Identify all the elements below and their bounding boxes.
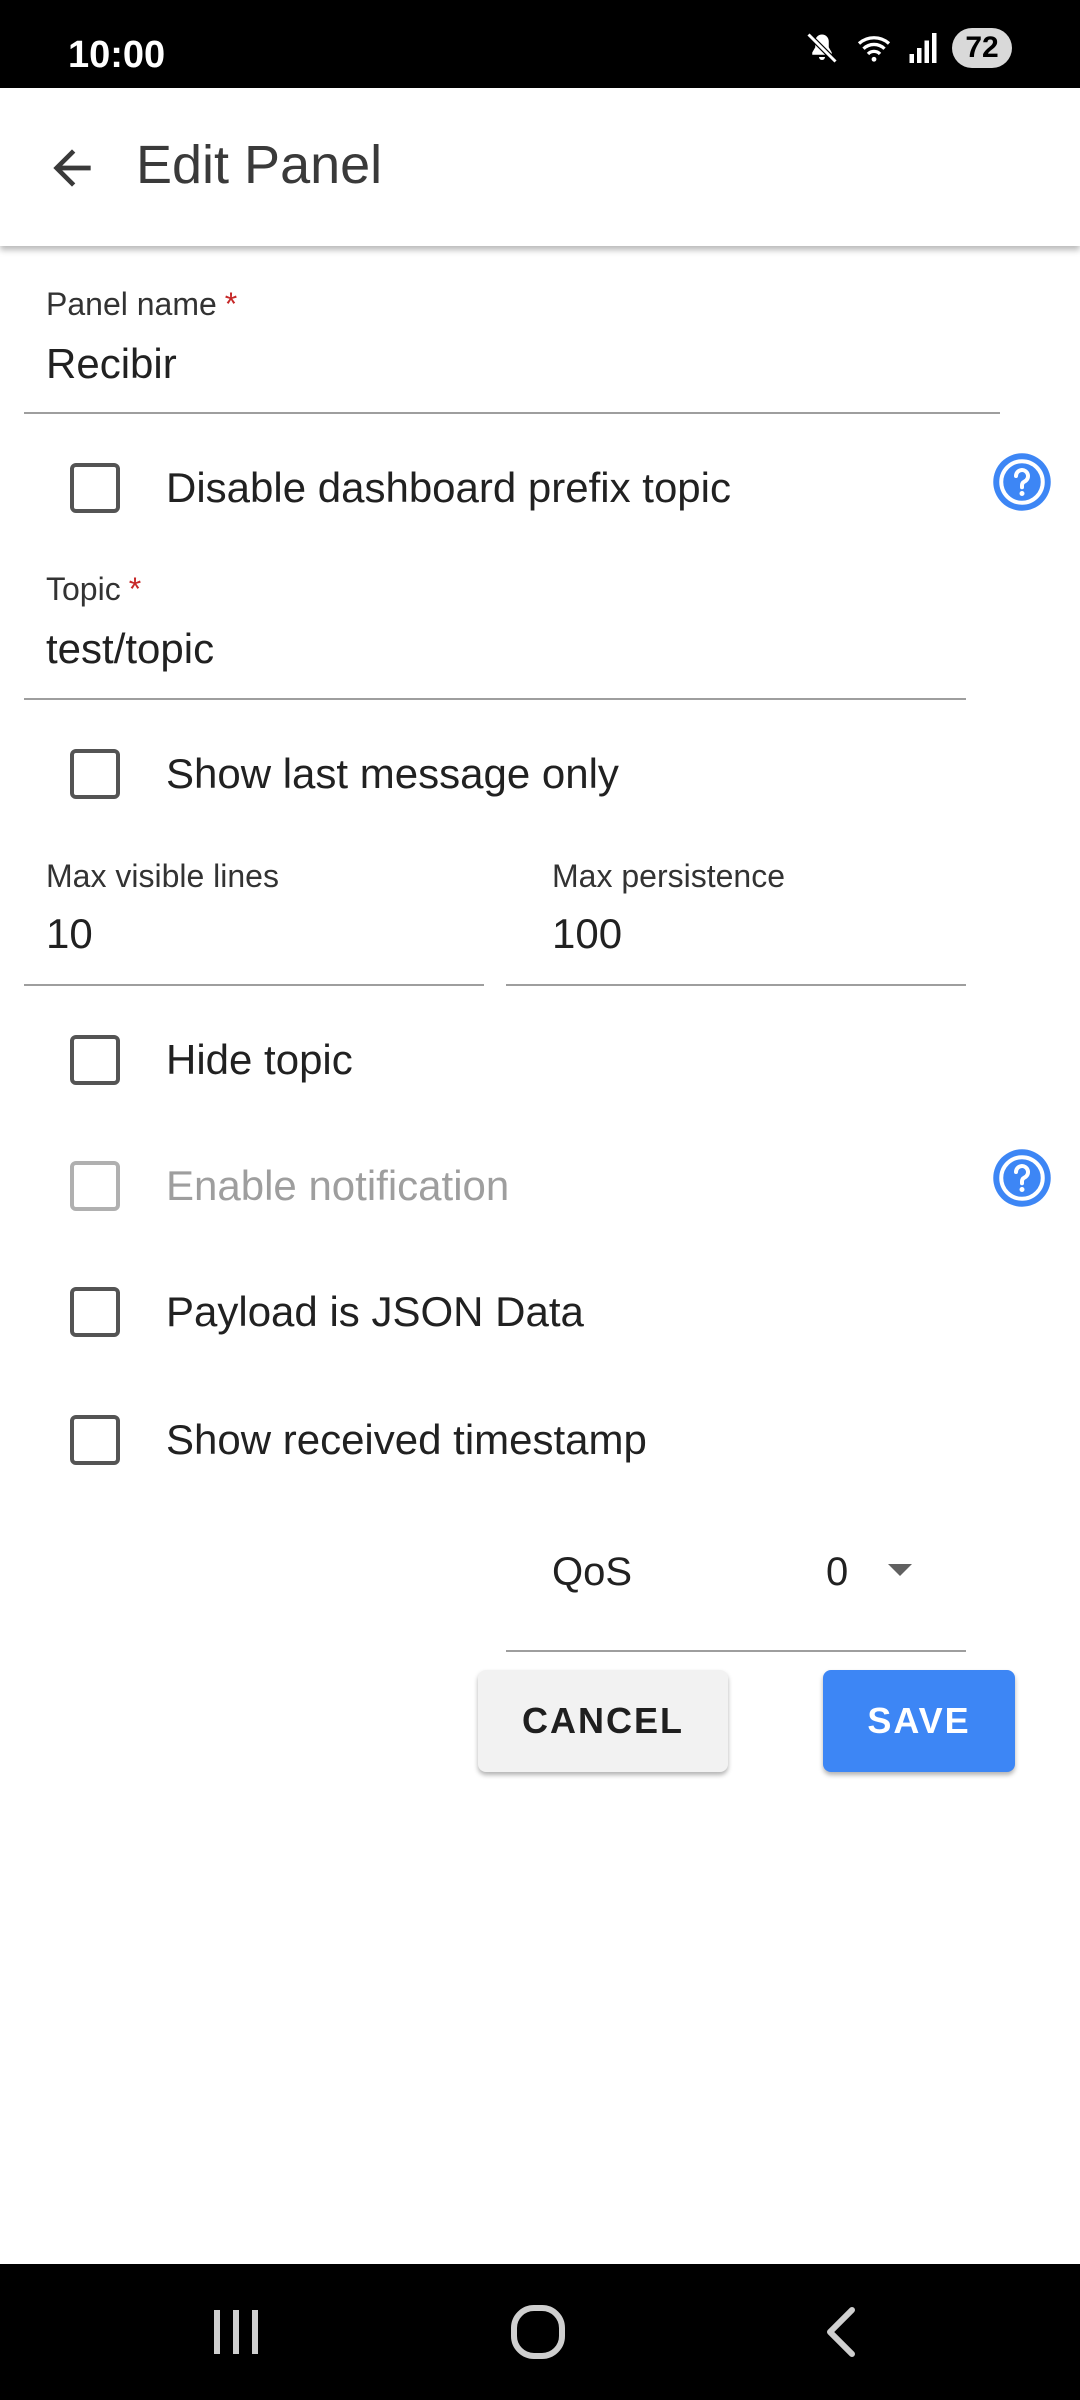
show-last-label: Show last message only — [166, 750, 619, 797]
save-button[interactable]: SAVE — [823, 1670, 1015, 1772]
arrow-back-icon[interactable] — [44, 140, 100, 196]
qos-label: QoS — [552, 1550, 633, 1594]
show-last-row[interactable]: Show last message only — [70, 744, 619, 804]
help-icon[interactable] — [992, 1148, 1052, 1208]
topic-input[interactable]: test/topic — [46, 625, 214, 673]
panel-name-input[interactable]: Recibir — [46, 340, 177, 388]
hide-topic-label: Hide topic — [166, 1036, 353, 1083]
page-title: Edit Panel — [136, 135, 383, 195]
max-persistence-label: Max persistence — [552, 858, 785, 894]
mute-icon — [806, 32, 838, 64]
panel-name-underline — [24, 412, 1000, 414]
qos-value: 0 — [826, 1550, 849, 1594]
max-visible-lines-underline — [24, 984, 484, 986]
back-nav-icon[interactable] — [812, 2304, 872, 2360]
enable-notification-label: Enable notification — [166, 1162, 510, 1209]
topic-underline — [24, 698, 966, 700]
app-bar: Edit Panel — [0, 88, 1080, 246]
topic-label: Topic * — [46, 571, 142, 607]
max-visible-lines-label: Max visible lines — [46, 858, 279, 894]
navigation-bar — [0, 2264, 1080, 2400]
battery-indicator: 72 — [952, 28, 1012, 68]
panel-name-label: Panel name * — [46, 286, 238, 322]
show-last-checkbox[interactable] — [70, 749, 120, 799]
status-time: 10:00 — [68, 34, 166, 76]
max-persistence-input[interactable]: 100 — [552, 910, 622, 958]
show-timestamp-label: Show received timestamp — [166, 1416, 647, 1463]
payload-json-label: Payload is JSON Data — [166, 1288, 584, 1335]
status-icons: 72 — [804, 28, 1012, 68]
wifi-icon — [857, 36, 891, 62]
help-icon[interactable] — [992, 452, 1052, 512]
hide-topic-checkbox[interactable] — [70, 1035, 120, 1085]
dropdown-arrow-icon — [888, 1564, 912, 1576]
max-visible-lines-input[interactable]: 10 — [46, 910, 93, 958]
show-timestamp-row[interactable]: Show received timestamp — [70, 1410, 647, 1470]
status-bar: 10:00 72 — [0, 0, 1080, 88]
max-persistence-underline — [506, 984, 966, 986]
payload-json-row[interactable]: Payload is JSON Data — [70, 1282, 584, 1342]
qos-select[interactable]: QoS 0 — [506, 1530, 966, 1652]
signal-icon — [909, 33, 937, 63]
home-icon[interactable] — [508, 2304, 568, 2360]
recent-apps-icon[interactable] — [206, 2304, 266, 2360]
enable-notification-row: Enable notification — [70, 1156, 509, 1216]
disable-prefix-checkbox[interactable] — [70, 463, 120, 513]
show-timestamp-checkbox[interactable] — [70, 1415, 120, 1465]
cancel-button[interactable]: CANCEL — [478, 1670, 728, 1772]
payload-json-checkbox[interactable] — [70, 1287, 120, 1337]
hide-topic-row[interactable]: Hide topic — [70, 1030, 353, 1090]
disable-prefix-row[interactable]: Disable dashboard prefix topic — [70, 458, 731, 518]
disable-prefix-label: Disable dashboard prefix topic — [166, 464, 731, 511]
enable-notification-checkbox — [70, 1161, 120, 1211]
